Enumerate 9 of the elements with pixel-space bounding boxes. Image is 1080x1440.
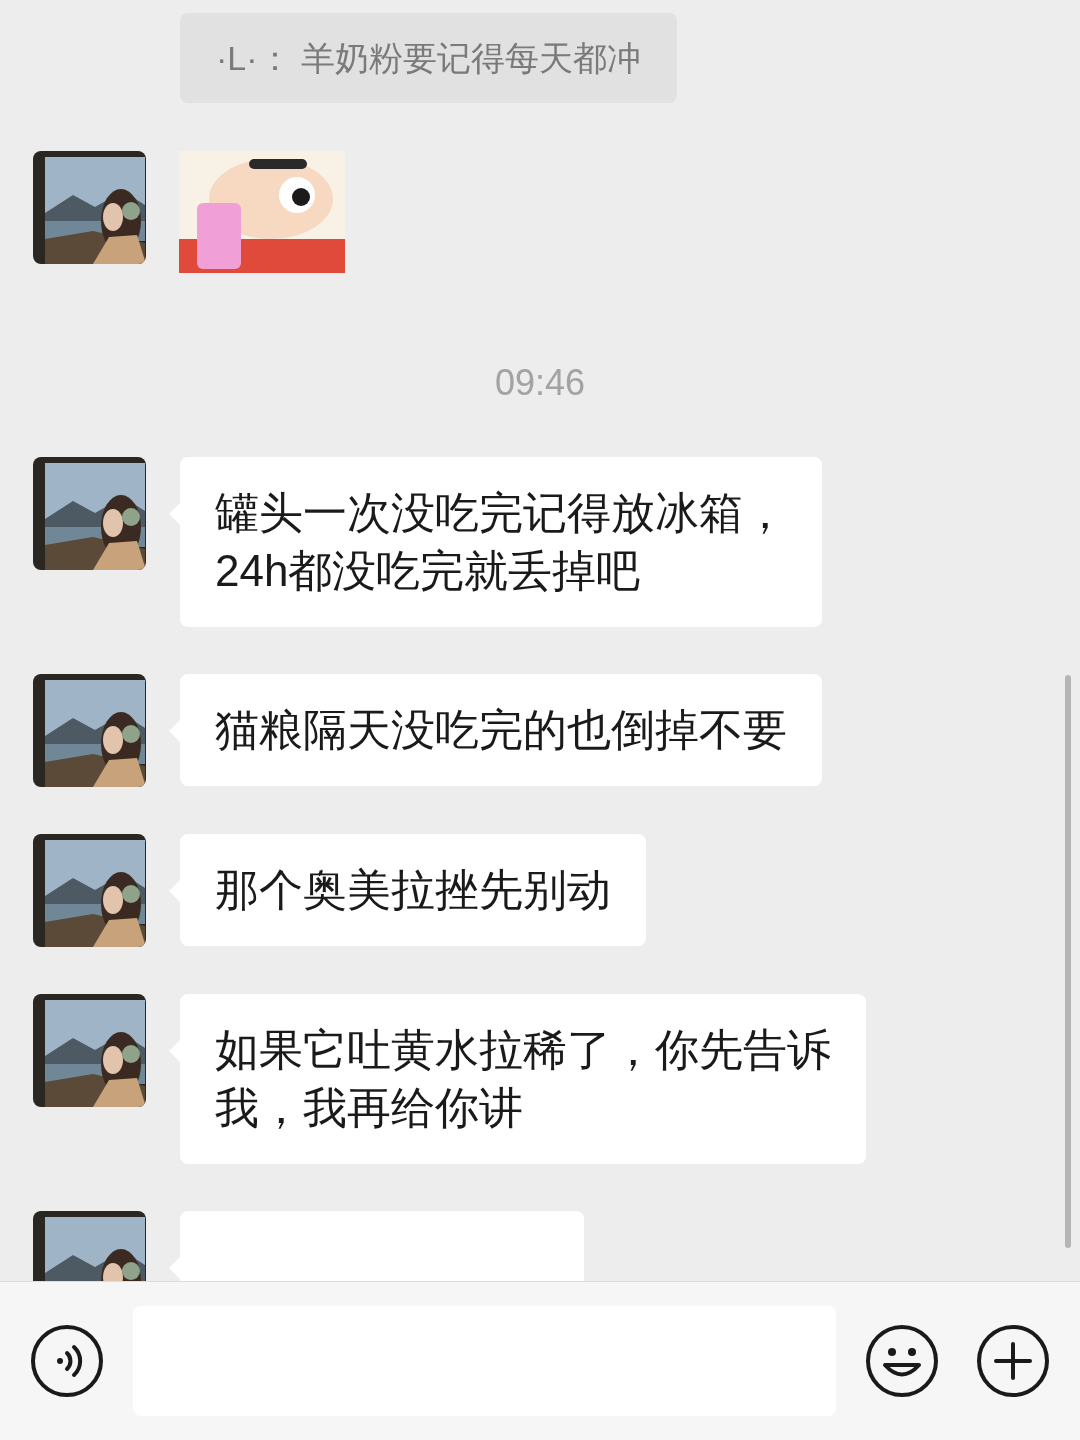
quoted-message: ·L·： 羊奶粉要记得每天都冲 [180,13,677,103]
plus-icon[interactable] [976,1324,1050,1398]
message-bubble: 猫粮隔天没吃完的也倒掉不要 [180,674,822,786]
emoji-icon[interactable] [865,1324,939,1398]
timestamp: 09:46 [494,363,586,403]
voice-icon[interactable] [30,1324,104,1398]
message-bubble: 那个奥美拉挫先别动 [180,834,646,946]
message-bubble: 如果它吐黄水拉稀了，你先告诉 我，我再给你讲 [180,994,866,1164]
message-bubble: 罐头一次没吃完记得放冰箱， 24h都没吃完就丢掉吧 [180,457,822,627]
